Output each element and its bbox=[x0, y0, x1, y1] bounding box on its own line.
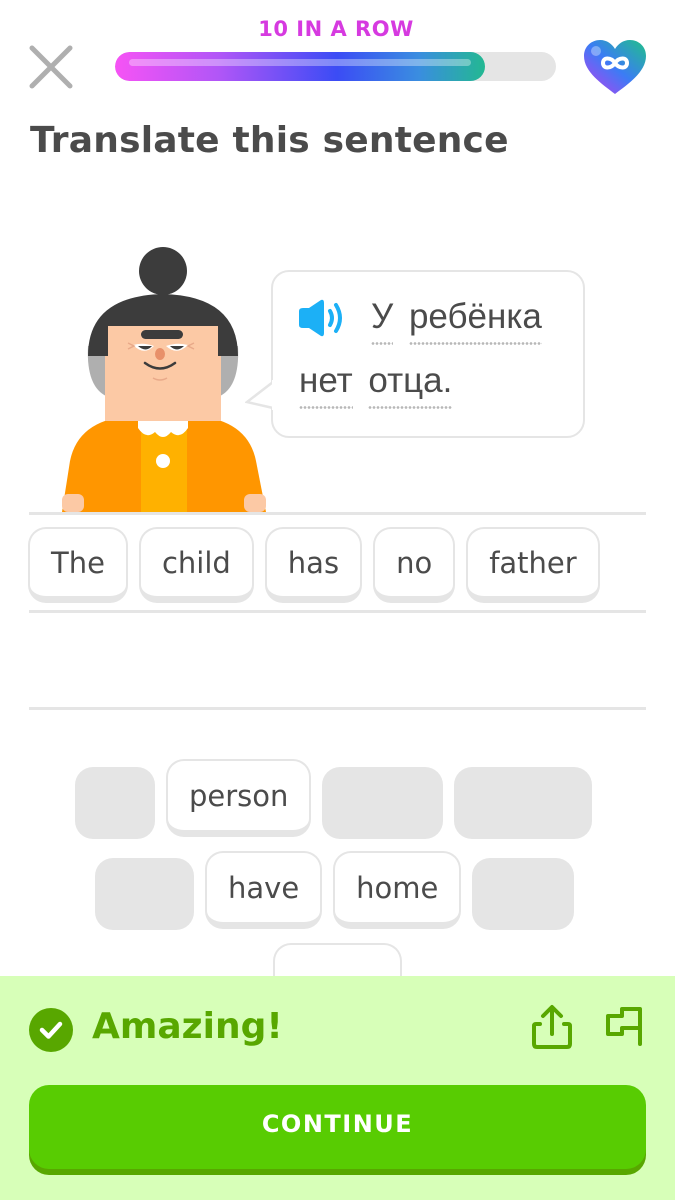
word-bank-tile[interactable]: home bbox=[333, 851, 462, 929]
prompt-word[interactable]: У bbox=[371, 297, 394, 345]
prompt-line-2: нет отца. bbox=[299, 361, 452, 409]
continue-button[interactable]: CONTINUE bbox=[29, 1085, 646, 1169]
share-button[interactable] bbox=[530, 1004, 574, 1050]
word-bank-tile[interactable]: have bbox=[205, 851, 323, 929]
answer-tile[interactable]: has bbox=[264, 527, 363, 603]
word-bank-empty-slot bbox=[95, 858, 194, 930]
share-icon bbox=[532, 1005, 572, 1049]
speech-bubble bbox=[271, 270, 585, 438]
flag-icon bbox=[606, 1007, 642, 1046]
prompt-word[interactable]: отца. bbox=[368, 361, 452, 409]
prompt-line-1: У ребёнка bbox=[371, 297, 542, 345]
word-bank-empty-slot bbox=[472, 858, 575, 930]
streak-label: 10 IN A ROW bbox=[258, 17, 414, 41]
answer-area: The child has no father bbox=[28, 527, 600, 603]
word-bank-empty-slot bbox=[322, 767, 444, 839]
page-title: Translate this sentence bbox=[30, 120, 509, 161]
play-audio-button[interactable] bbox=[297, 298, 347, 338]
infinity-heart-icon bbox=[584, 40, 646, 94]
answer-line-middle bbox=[29, 610, 646, 613]
speaker-icon bbox=[299, 299, 342, 337]
answer-tile[interactable]: child bbox=[138, 527, 254, 603]
feedback-message: Amazing! bbox=[92, 1006, 283, 1047]
answer-tile[interactable]: The bbox=[28, 527, 128, 603]
close-button[interactable] bbox=[28, 44, 74, 90]
answer-line-top bbox=[29, 512, 646, 515]
progress-bar bbox=[115, 52, 556, 81]
word-bank-row-2: have home bbox=[95, 851, 575, 930]
prompt-word[interactable]: ребёнка bbox=[408, 297, 542, 345]
speech-bubble-tail bbox=[245, 380, 275, 410]
prompt-word[interactable]: нет bbox=[299, 361, 353, 409]
progress-fill bbox=[115, 52, 486, 81]
word-bank-empty-slot bbox=[75, 767, 155, 839]
answer-tile[interactable]: no bbox=[373, 527, 456, 603]
close-icon bbox=[29, 45, 73, 89]
hearts-button[interactable] bbox=[582, 38, 648, 96]
word-bank-empty-slot bbox=[454, 767, 593, 839]
character-illustration bbox=[58, 246, 270, 512]
word-bank-row-1: person bbox=[75, 759, 593, 839]
report-button[interactable] bbox=[602, 1006, 646, 1046]
progress-shine bbox=[129, 59, 472, 66]
answer-tile[interactable]: father bbox=[466, 527, 600, 603]
check-circle-icon bbox=[29, 1008, 73, 1052]
answer-line-bottom bbox=[29, 707, 646, 710]
word-bank-tile[interactable]: person bbox=[166, 759, 312, 837]
